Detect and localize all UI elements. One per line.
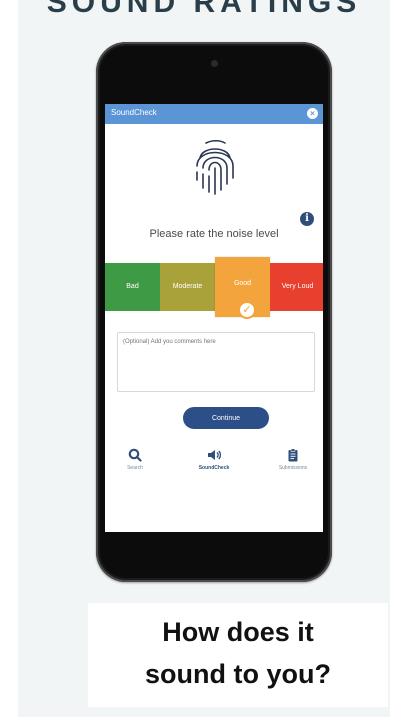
comment-field[interactable] (117, 332, 315, 392)
bottom-navigation: Search SoundCheck Submissions (105, 448, 323, 478)
rating-label: Good (233, 280, 252, 287)
search-icon (128, 448, 142, 462)
nav-label: Search (127, 465, 143, 471)
rating-prompt: Please rate the noise level (149, 228, 279, 240)
info-icon[interactable]: i (300, 212, 314, 226)
phone-frame: SoundCheck × i Please rate the noise lev… (96, 42, 332, 582)
nav-label: SoundCheck (198, 465, 230, 471)
app-header: SoundCheck × (105, 104, 323, 124)
speaker-icon (208, 450, 221, 460)
close-button[interactable]: × (307, 108, 318, 119)
rating-very-loud[interactable]: Very Loud (270, 263, 323, 311)
clipboard-icon (288, 448, 298, 462)
app-title: SoundCheck (111, 108, 157, 117)
camera-icon (211, 60, 218, 67)
nav-item-soundcheck[interactable]: SoundCheck (184, 448, 244, 471)
app-screen: SoundCheck × i Please rate the noise lev… (105, 104, 323, 532)
check-icon: ✓ (238, 301, 256, 319)
slide-heading: SOUND RATINGS (46, 0, 362, 19)
caption-line: sound to you? (145, 659, 331, 689)
rating-label: Bad (126, 283, 139, 290)
fingerprint-icon (196, 139, 234, 195)
rating-moderate[interactable]: Moderate (160, 263, 215, 311)
rating-scale: Bad Moderate Good Very Loud (105, 257, 323, 317)
nav-label: Submissions (278, 465, 308, 471)
rating-label: Moderate (172, 283, 203, 290)
continue-button[interactable]: Continue (183, 407, 269, 429)
caption-line: How does it (162, 617, 314, 647)
rating-bad[interactable]: Bad (105, 263, 160, 311)
slide-caption: How does it sound to you? (88, 603, 388, 707)
nav-item-submissions[interactable]: Submissions (263, 448, 323, 471)
nav-item-search[interactable]: Search (105, 448, 165, 471)
rating-label: Very Loud (281, 283, 314, 290)
